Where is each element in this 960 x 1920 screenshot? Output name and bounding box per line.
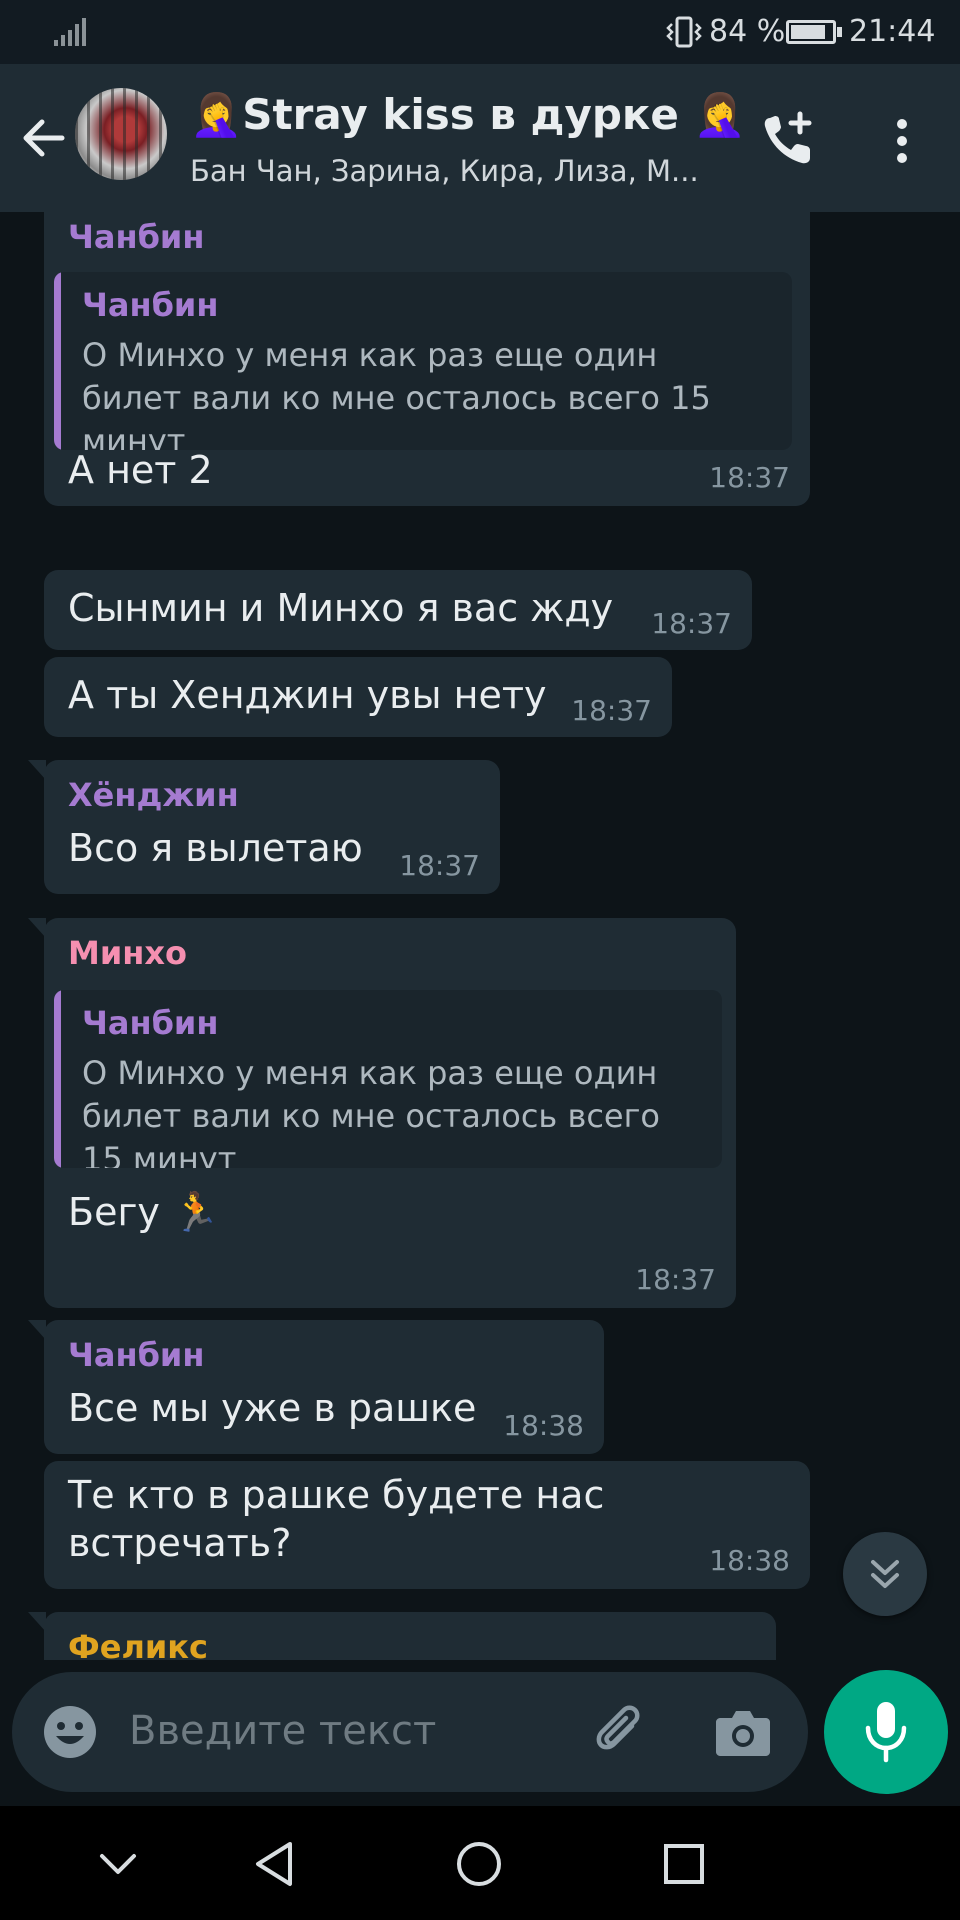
message-time: 18:38 — [503, 1409, 584, 1442]
message-time: 18:37 — [571, 694, 652, 727]
message-text: Все мы уже в рашке — [68, 1386, 477, 1430]
message-bubble[interactable]: Чанбин Все мы уже в рашке 18:38 — [28, 1320, 604, 1454]
message-text: Сынмин и Минхо я вас жду — [68, 586, 614, 630]
sender-name: Чанбин — [68, 218, 205, 256]
status-bar: 84 % 21:44 — [0, 0, 960, 64]
signal-icon — [54, 18, 86, 46]
paperclip-icon[interactable] — [592, 1704, 650, 1762]
message-time: 18:37 — [399, 849, 480, 882]
recents-square-icon[interactable] — [662, 1842, 706, 1886]
battery-icon — [786, 20, 836, 44]
message-bubble[interactable]: А ты Хенджин увы нету 18:37 — [44, 657, 672, 737]
quote-sender: Чанбин — [82, 1004, 219, 1042]
message-bubble[interactable]: Хёнджин Всо я вылетаю 18:37 — [28, 760, 500, 894]
chat-header: 🤦‍♀️Stray kiss в дурке 🤦‍♀️ Бан Чан, Зар… — [0, 64, 960, 212]
message-time: 18:38 — [709, 1544, 790, 1577]
more-vert-icon[interactable] — [882, 116, 922, 166]
quoted-message[interactable]: Чанбин О Минхо у меня как раз еще один б… — [54, 990, 722, 1168]
status-time: 21:44 — [849, 14, 936, 49]
message-text: Бегу 🏃 — [68, 1190, 220, 1234]
add-call-icon[interactable] — [760, 110, 818, 168]
chat-title[interactable]: 🤦‍♀️Stray kiss в дурке 🤦‍♀️ — [190, 90, 746, 140]
message-time: 18:37 — [635, 1263, 716, 1296]
message-time: 18:37 — [651, 607, 732, 640]
emoji-icon[interactable] — [42, 1704, 98, 1760]
message-list[interactable]: Чанбин Чанбин О Минхо у меня как раз еще… — [0, 212, 960, 1660]
battery-percent: 84 % — [709, 14, 786, 49]
home-circle-icon[interactable] — [455, 1840, 503, 1888]
message-bubble[interactable]: Сынмин и Минхо я вас жду 18:37 — [44, 570, 752, 650]
chat-members[interactable]: Бан Чан, Зарина, Кира, Лиза, М... — [190, 154, 699, 188]
quote-sender: Чанбин — [82, 286, 219, 324]
quote-text: О Минхо у меня как раз еще один билет ва… — [82, 336, 711, 450]
sender-name: Хёнджин — [68, 776, 239, 814]
double-chevron-down-icon — [871, 1560, 899, 1588]
quote-text: О Минхо у меня как раз еще один билет ва… — [82, 1054, 660, 1168]
sender-name: Феликс — [68, 1628, 208, 1660]
scroll-to-bottom-button[interactable] — [843, 1532, 927, 1616]
chevron-down-icon[interactable] — [98, 1852, 138, 1876]
voice-record-button[interactable] — [824, 1670, 948, 1794]
composer-bar: Введите текст — [12, 1672, 808, 1792]
arrow-left-icon[interactable] — [18, 114, 66, 162]
quoted-message[interactable]: Чанбин О Минхо у меня как раз еще один б… — [54, 272, 792, 450]
message-text: А ты Хенджин увы нету — [68, 673, 547, 717]
message-bubble[interactable]: Минхо Чанбин О Минхо у меня как раз еще … — [28, 918, 736, 1308]
message-bubble[interactable]: Те кто в рашке будете нас встречать? 18:… — [44, 1461, 810, 1589]
message-text: Всо я вылетаю — [68, 826, 363, 870]
message-text: А нет 2 — [68, 448, 213, 492]
sender-name: Чанбин — [68, 1336, 205, 1374]
system-nav-bar — [0, 1806, 960, 1920]
message-text: Те кто в рашке будете нас встречать? — [68, 1473, 605, 1565]
camera-icon[interactable] — [714, 1704, 772, 1760]
vibrate-icon — [666, 16, 702, 48]
microphone-icon — [865, 1702, 907, 1763]
message-bubble[interactable]: Чанбин Чанбин О Минхо у меня как раз еще… — [44, 212, 810, 506]
back-triangle-icon[interactable] — [252, 1840, 296, 1888]
group-avatar[interactable] — [75, 88, 167, 180]
sender-name: Минхо — [68, 934, 187, 972]
message-bubble[interactable]: Феликс — [28, 1612, 776, 1660]
message-input[interactable]: Введите текст — [129, 1708, 436, 1754]
message-time: 18:37 — [709, 461, 790, 494]
